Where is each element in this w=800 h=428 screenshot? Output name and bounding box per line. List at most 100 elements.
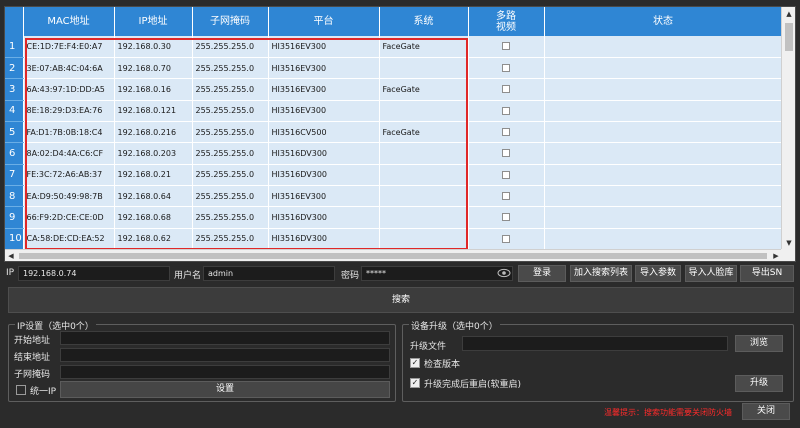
search-button[interactable]: 搜索 bbox=[8, 287, 794, 313]
table-row[interactable]: 8 EA:D9:50:49:98:7B 192.168.0.64 255.255.25… bbox=[5, 185, 783, 208]
header-corner bbox=[5, 7, 24, 36]
header-mask[interactable]: 子网掩码 bbox=[192, 7, 269, 36]
add-to-search-list-button[interactable]: 加入搜索列表 bbox=[570, 265, 632, 282]
horizontal-scroll-thumb[interactable] bbox=[19, 253, 767, 259]
cell-ip: 192.168.0.64 bbox=[114, 185, 193, 208]
password-input[interactable]: ***** bbox=[361, 266, 513, 281]
table-row[interactable]: 4 8E:18:29:D3:EA:76 192.168.0.121 255.255.2… bbox=[5, 100, 783, 122]
scroll-down-icon[interactable]: ▼ bbox=[782, 236, 796, 250]
header-multi-video[interactable]: 多路 视频 bbox=[468, 7, 545, 36]
cell-mac: EA:D9:50:49:98:7B bbox=[23, 185, 115, 208]
vertical-scroll-thumb[interactable] bbox=[785, 23, 793, 51]
table-row[interactable]: 2 3E:07:AB:4C:04:6A 192.168.0.70 255.255.25… bbox=[5, 57, 783, 80]
cell-mask: 255.255.255.0 bbox=[192, 36, 269, 58]
username-input[interactable]: admin bbox=[203, 266, 335, 281]
cell-platform: HI3516EV300 bbox=[268, 100, 380, 122]
multi-video-checkbox[interactable] bbox=[502, 128, 510, 137]
cell-ip: 192.168.0.121 bbox=[114, 100, 193, 122]
header-ip[interactable]: IP地址 bbox=[114, 7, 193, 36]
scroll-left-icon[interactable]: ◀ bbox=[5, 250, 17, 262]
cell-ip: 192.168.0.216 bbox=[114, 121, 193, 144]
cell-mask: 255.255.255.0 bbox=[192, 142, 269, 165]
cell-ip: 192.168.0.16 bbox=[114, 78, 193, 101]
horizontal-scrollbar[interactable]: ◀ ▶ bbox=[5, 249, 782, 261]
cell-platform: HI3516DV300 bbox=[268, 206, 380, 229]
row-number: 7 bbox=[5, 164, 24, 186]
table-row[interactable]: 9 66:F9:2D:CE:CE:0D 192.168.0.68 255.255.25… bbox=[5, 206, 783, 229]
cell-mac: 66:F9:2D:CE:CE:0D bbox=[23, 206, 115, 229]
import-params-button[interactable]: 导入参数 bbox=[635, 265, 681, 282]
cell-multi-video bbox=[468, 57, 545, 80]
cell-platform: HI3516DV300 bbox=[268, 228, 380, 251]
reboot-after-upgrade-checkbox[interactable]: ✓ bbox=[410, 378, 420, 388]
cell-multi-video bbox=[468, 100, 545, 122]
upgrade-file-input[interactable] bbox=[462, 336, 728, 351]
vertical-scrollbar[interactable]: ▲ ▼ bbox=[781, 7, 795, 250]
export-sn-button[interactable]: 导出SN bbox=[740, 265, 794, 282]
check-version-checkbox[interactable]: ✓ bbox=[410, 358, 420, 368]
table-row[interactable]: 5 FA:D1:7B:0B:18:C4 192.168.0.216 255.255.2… bbox=[5, 121, 783, 144]
set-ip-button[interactable]: 设置 bbox=[60, 381, 390, 398]
cell-mask: 255.255.255.0 bbox=[192, 228, 269, 251]
row-number: 5 bbox=[5, 121, 24, 144]
cell-mask: 255.255.255.0 bbox=[192, 57, 269, 80]
header-mac[interactable]: MAC地址 bbox=[23, 7, 115, 36]
cell-status bbox=[544, 78, 783, 101]
cell-status bbox=[544, 228, 783, 251]
cell-system: FaceGate bbox=[379, 36, 469, 58]
multi-video-checkbox[interactable] bbox=[502, 64, 510, 73]
end-address-input[interactable] bbox=[60, 348, 390, 362]
cell-platform: HI3516DV300 bbox=[268, 142, 380, 165]
cell-multi-video bbox=[468, 164, 545, 186]
cell-system: FaceGate bbox=[379, 121, 469, 144]
eye-icon[interactable] bbox=[497, 266, 511, 280]
ip-input[interactable]: 192.168.0.74 bbox=[18, 266, 170, 281]
upgrade-button[interactable]: 升级 bbox=[735, 375, 783, 392]
unify-ip-checkbox[interactable] bbox=[16, 385, 26, 395]
row-number: 10 bbox=[5, 228, 24, 251]
header-status[interactable]: 状态 bbox=[544, 7, 783, 36]
cell-multi-video bbox=[468, 228, 545, 251]
cell-ip: 192.168.0.68 bbox=[114, 206, 193, 229]
header-platform[interactable]: 平台 bbox=[268, 7, 380, 36]
cell-system bbox=[379, 142, 469, 165]
multi-video-checkbox[interactable] bbox=[502, 106, 510, 115]
cell-system bbox=[379, 100, 469, 122]
import-face-library-button[interactable]: 导入人脸库 bbox=[685, 265, 737, 282]
multi-video-checkbox[interactable] bbox=[502, 149, 510, 158]
cell-status bbox=[544, 36, 783, 58]
multi-video-checkbox[interactable] bbox=[502, 234, 510, 243]
username-label: 用户名 bbox=[174, 271, 202, 281]
cell-system bbox=[379, 185, 469, 208]
table-row[interactable]: 6 8A:02:D4:4A:C6:CF 192.168.0.203 255.255.2… bbox=[5, 142, 783, 165]
row-number: 2 bbox=[5, 57, 24, 80]
multi-video-checkbox[interactable] bbox=[502, 213, 510, 222]
subnet-mask-input[interactable] bbox=[60, 365, 390, 379]
table-row[interactable]: 1 CE:1D:7E:F4:E0:A7 192.168.0.30 255.255.25… bbox=[5, 36, 783, 58]
cell-mac: 6A:43:97:1D:DD:A5 bbox=[23, 78, 115, 101]
table-row[interactable]: 3 6A:43:97:1D:DD:A5 192.168.0.16 255.255.25… bbox=[5, 78, 783, 101]
cell-ip: 192.168.0.203 bbox=[114, 142, 193, 165]
cell-mac: 3E:07:AB:4C:04:6A bbox=[23, 57, 115, 80]
close-button[interactable]: 关闭 bbox=[742, 403, 790, 420]
browse-button[interactable]: 浏览 bbox=[735, 335, 783, 352]
upgrade-file-label: 升级文件 bbox=[410, 342, 447, 352]
multi-video-checkbox[interactable] bbox=[502, 192, 510, 201]
multi-video-checkbox[interactable] bbox=[502, 85, 510, 94]
table-row[interactable]: 10 CA:58:DE:CD:EA:52 192.168.0.62 255.255.2… bbox=[5, 228, 783, 251]
table-row[interactable]: 7 FE:3C:72:A6:AB:37 192.168.0.21 255.255.25… bbox=[5, 164, 783, 186]
cell-system bbox=[379, 228, 469, 251]
login-button[interactable]: 登录 bbox=[518, 265, 566, 282]
multi-video-checkbox[interactable] bbox=[502, 170, 510, 179]
cell-ip: 192.168.0.21 bbox=[114, 164, 193, 186]
scroll-up-icon[interactable]: ▲ bbox=[782, 7, 796, 21]
cell-ip: 192.168.0.62 bbox=[114, 228, 193, 251]
multi-video-checkbox[interactable] bbox=[502, 42, 510, 51]
cell-system bbox=[379, 164, 469, 186]
cell-mask: 255.255.255.0 bbox=[192, 206, 269, 229]
cell-mask: 255.255.255.0 bbox=[192, 185, 269, 208]
reboot-after-upgrade-label: 升级完成后重启(软重启) bbox=[424, 380, 522, 390]
cell-status bbox=[544, 57, 783, 80]
header-system[interactable]: 系统 bbox=[379, 7, 469, 36]
start-address-input[interactable] bbox=[60, 331, 390, 345]
